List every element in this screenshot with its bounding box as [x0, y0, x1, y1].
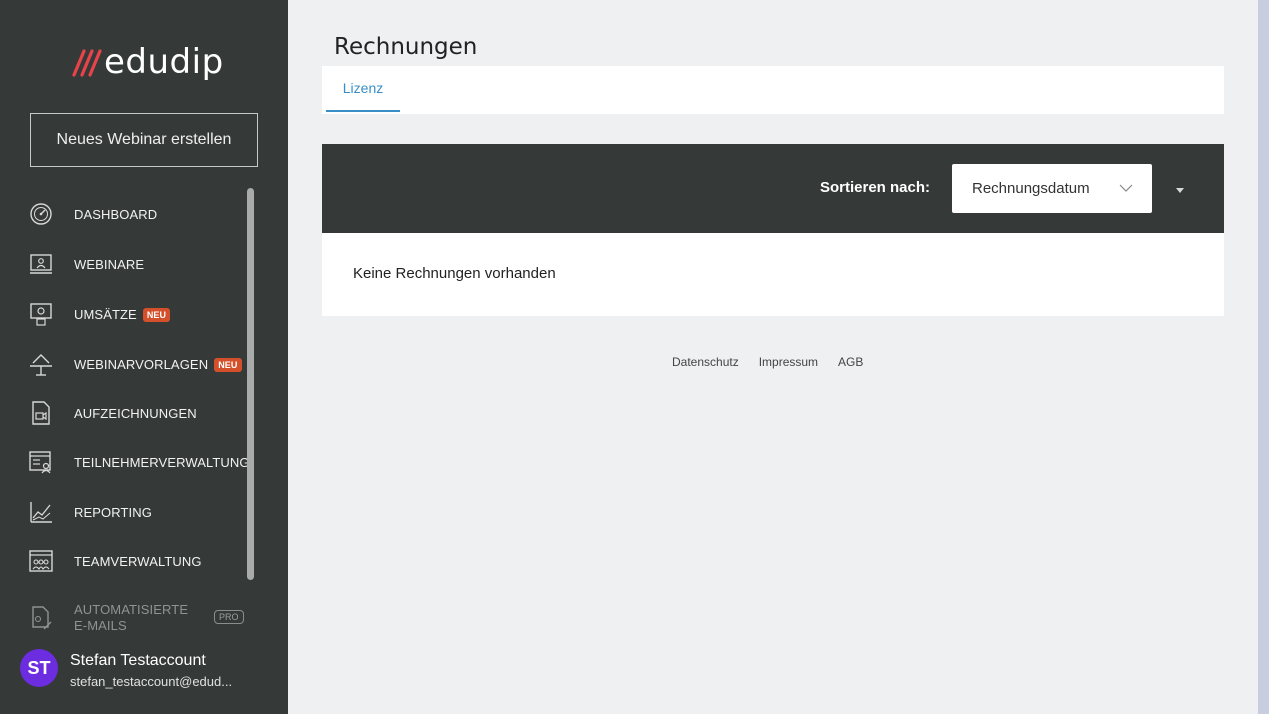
user-email: stefan_testaccount@edud...: [70, 674, 233, 689]
tab-lizenz[interactable]: Lizenz: [326, 66, 400, 112]
empty-state-text: Keine Rechnungen vorhanden: [353, 265, 556, 282]
footer: Datenschutz Impressum AGB: [672, 355, 863, 369]
sidebar-item-label: UMSÄTZE NEU: [74, 306, 171, 322]
sidebar-item-text: WEBINARVORLAGEN: [74, 356, 209, 372]
tabs-bar: Lizenz: [322, 66, 1224, 114]
footer-link-agb[interactable]: AGB: [838, 355, 863, 369]
logo-slashes-icon: [72, 49, 102, 77]
presentation-screen-icon: [28, 251, 54, 277]
sidebar-item-label: REPORTING: [74, 504, 152, 520]
user-name: Stefan Testaccount: [70, 652, 206, 669]
sidebar-scrollbar[interactable]: [247, 188, 254, 580]
edudip-logo[interactable]: edudip: [68, 38, 224, 86]
avatar: ST: [20, 649, 58, 687]
sidebar-item-dashboard[interactable]: DASHBOARD: [0, 194, 248, 234]
sidebar-item-automatisierte-emails[interactable]: AUTOMATISIERTE E-MAILS PRO: [0, 598, 248, 632]
sidebar-item-aufzeichnungen[interactable]: AUFZEICHNUNGEN: [0, 393, 248, 433]
sort-select[interactable]: Rechnungsdatum: [952, 164, 1152, 213]
sidebar-item-text: UMSÄTZE: [74, 306, 137, 322]
sidebar-nav: DASHBOARD WEBINARE UMSÄTZE NEU WEBINARVOR…: [0, 188, 288, 632]
chart-line-icon: [28, 499, 54, 525]
sidebar-item-label: DASHBOARD: [74, 206, 158, 222]
page-title: Rechnungen: [334, 34, 478, 60]
invoice-list-panel: Keine Rechnungen vorhanden: [322, 233, 1224, 316]
speedometer-icon: [28, 201, 54, 227]
logo-text: edudip: [104, 42, 224, 82]
sidebar-item-label: AUTOMATISIERTE E-MAILS: [74, 602, 189, 632]
sidebar-item-label: TEILNEHMERVERWALTUNG: [74, 454, 250, 470]
sort-direction-caret-icon[interactable]: [1174, 184, 1186, 196]
recording-file-icon: [28, 400, 54, 426]
new-badge: NEU: [214, 357, 242, 372]
money-monitor-icon: [28, 301, 54, 327]
sidebar-item-teilnehmerverwaltung[interactable]: TEILNEHMERVERWALTUNG: [0, 442, 250, 482]
sidebar: edudip Neues Webinar erstellen DASHBOARD…: [0, 0, 288, 714]
new-webinar-button[interactable]: Neues Webinar erstellen: [30, 113, 258, 167]
sidebar-item-label: WEBINARVORLAGEN NEU: [74, 357, 242, 372]
sidebar-item-teamverwaltung[interactable]: TEAMVERWALTUNG: [0, 541, 248, 581]
automated-mail-icon: [28, 605, 54, 631]
footer-link-datenschutz[interactable]: Datenschutz: [672, 355, 739, 369]
chevron-down-icon: [1119, 184, 1133, 192]
sidebar-item-label: TEAMVERWALTUNG: [74, 553, 202, 569]
sidebar-item-label: AUFZEICHNUNGEN: [74, 405, 197, 421]
footer-link-impressum[interactable]: Impressum: [759, 355, 818, 369]
sidebar-item-reporting[interactable]: REPORTING: [0, 492, 248, 532]
sidebar-item-label: WEBINARE: [74, 256, 145, 272]
template-desk-icon: [28, 351, 54, 377]
pro-badge: PRO: [214, 610, 244, 624]
team-icon: [28, 548, 54, 574]
window-edge: [1258, 0, 1269, 714]
user-profile[interactable]: ST Stefan Testaccount stefan_testaccount…: [0, 636, 288, 714]
sidebar-item-webinarvorlagen[interactable]: WEBINARVORLAGEN NEU: [0, 344, 248, 384]
sidebar-item-webinare[interactable]: WEBINARE: [0, 244, 248, 284]
sort-label: Sortieren nach:: [819, 179, 930, 196]
new-badge: NEU: [142, 307, 171, 322]
sidebar-item-umsaetze[interactable]: UMSÄTZE NEU: [0, 294, 248, 334]
sort-select-value: Rechnungsdatum: [972, 180, 1090, 197]
participant-list-icon: [28, 449, 54, 475]
sort-toolbar: Sortieren nach: Rechnungsdatum: [322, 144, 1224, 233]
